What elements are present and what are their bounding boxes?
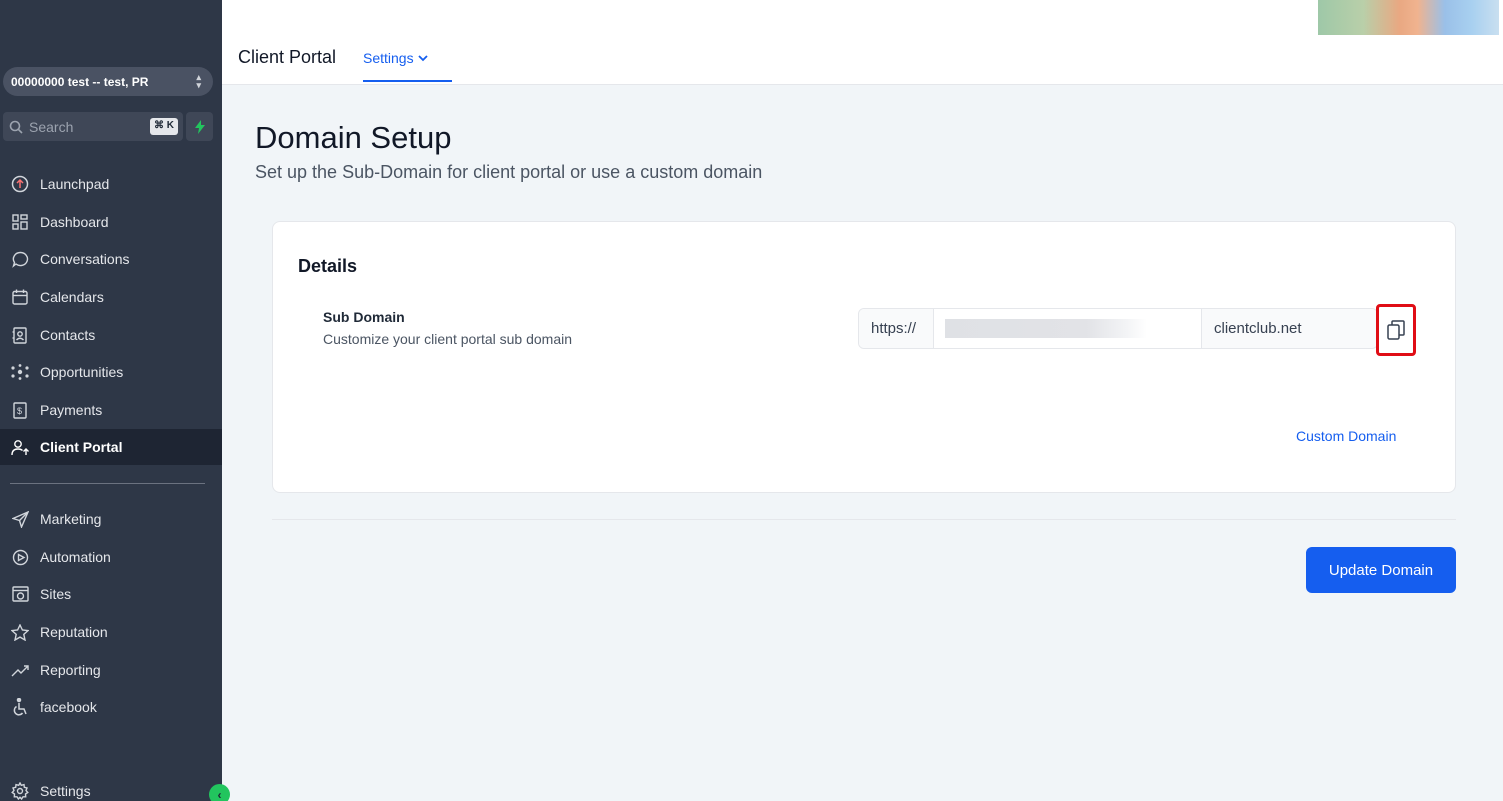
sub-domain-label: Sub Domain bbox=[323, 309, 405, 325]
sidebar-item-label: Automation bbox=[40, 549, 111, 565]
copy-url-button[interactable] bbox=[1376, 304, 1416, 356]
tab-settings[interactable]: Settings bbox=[363, 50, 428, 66]
subdomain-field-wrapper bbox=[934, 309, 1202, 348]
details-card: Details Sub Domain Customize your client… bbox=[272, 221, 1456, 493]
sidebar-item-label: facebook bbox=[40, 699, 97, 715]
chevron-left-icon: ‹ bbox=[217, 787, 222, 801]
sidebar-item-payments[interactable]: $ Payments bbox=[0, 392, 222, 428]
sidebar-item-label: Payments bbox=[40, 402, 103, 418]
search-icon bbox=[9, 120, 23, 134]
opportunities-icon bbox=[10, 362, 30, 382]
sidebar-collapse-button[interactable]: ‹ bbox=[209, 784, 230, 801]
content-divider bbox=[272, 519, 1456, 520]
sidebar-divider bbox=[10, 483, 205, 484]
sidebar-item-label: Dashboard bbox=[40, 214, 109, 230]
payments-icon: $ bbox=[10, 400, 30, 420]
custom-domain-link[interactable]: Custom Domain bbox=[1296, 428, 1396, 444]
account-name: 00000000 test -- test, PR bbox=[11, 74, 149, 89]
sidebar-item-reporting[interactable]: Reporting bbox=[0, 652, 222, 688]
sidebar-item-label: Opportunities bbox=[40, 364, 124, 380]
active-tab-indicator bbox=[363, 80, 452, 82]
calendar-icon bbox=[10, 287, 30, 307]
sub-domain-input-group: https:// clientclub.net bbox=[858, 308, 1378, 349]
sites-globe-icon bbox=[10, 584, 30, 604]
sidebar-item-reputation[interactable]: Reputation bbox=[0, 614, 222, 650]
sidebar-item-calendars[interactable]: Calendars bbox=[0, 279, 222, 315]
sidebar-item-automation[interactable]: Automation bbox=[0, 539, 222, 575]
automation-icon bbox=[10, 547, 30, 567]
page-subtitle: Set up the Sub-Domain for client portal … bbox=[255, 162, 763, 182]
sidebar-item-label: Launchpad bbox=[40, 176, 110, 192]
user-avatar-banner[interactable] bbox=[1318, 0, 1499, 35]
sidebar-item-launchpad[interactable]: Launchpad bbox=[0, 166, 222, 202]
page-section-title: Client Portal bbox=[238, 47, 337, 67]
sidebar-item-client-portal[interactable]: Client Portal bbox=[0, 429, 222, 465]
sidebar-item-label: Calendars bbox=[40, 289, 104, 305]
sidebar-item-label: Reporting bbox=[40, 662, 101, 678]
sidebar-item-label: Reputation bbox=[40, 624, 108, 640]
sidebar-item-contacts[interactable]: Contacts bbox=[0, 317, 222, 353]
search-box[interactable]: Search ⌘ K bbox=[3, 112, 183, 141]
star-icon bbox=[10, 622, 30, 642]
quick-actions-button[interactable] bbox=[186, 112, 213, 141]
sidebar-item-label: Contacts bbox=[40, 327, 96, 343]
sidebar-item-conversations[interactable]: Conversations bbox=[0, 241, 222, 277]
svg-text:$: $ bbox=[17, 406, 22, 416]
domain-suffix: clientclub.net bbox=[1202, 309, 1377, 348]
send-icon bbox=[10, 509, 30, 529]
sidebar-item-sites[interactable]: Sites bbox=[0, 576, 222, 612]
sidebar: 00000000 test -- test, PR ▴ ▾ Search ⌘ K … bbox=[0, 0, 230, 801]
redacted-value bbox=[945, 319, 1147, 338]
chevron-up-down-icon: ▴ ▾ bbox=[196, 72, 201, 90]
top-header: Client Portal Settings bbox=[222, 0, 1503, 85]
update-domain-button[interactable]: Update Domain bbox=[1306, 547, 1456, 593]
url-prefix: https:// bbox=[859, 309, 934, 348]
lightning-bolt-icon bbox=[194, 119, 205, 134]
sidebar-item-label: Sites bbox=[40, 586, 72, 602]
chat-bubble-icon bbox=[10, 249, 30, 269]
search-placeholder: Search bbox=[29, 118, 74, 135]
card-title: Details bbox=[298, 256, 358, 276]
launchpad-icon bbox=[10, 174, 30, 194]
sidebar-item-label: Client Portal bbox=[40, 439, 123, 455]
sidebar-item-label: Conversations bbox=[40, 251, 130, 267]
chevron-down-icon bbox=[417, 54, 428, 61]
copy-icon bbox=[1387, 320, 1405, 340]
search-shortcut-badge: ⌘ K bbox=[150, 118, 178, 135]
gear-icon bbox=[10, 781, 30, 801]
sidebar-item-dashboard[interactable]: Dashboard bbox=[0, 204, 222, 240]
account-switcher[interactable]: 00000000 test -- test, PR ▴ ▾ bbox=[3, 67, 213, 96]
page-title: Domain Setup bbox=[255, 120, 452, 155]
sidebar-item-settings[interactable]: Settings bbox=[0, 773, 222, 801]
sidebar-item-marketing[interactable]: Marketing bbox=[0, 501, 222, 537]
dashboard-grid-icon bbox=[10, 212, 30, 232]
trend-icon bbox=[10, 660, 30, 680]
client-portal-icon bbox=[10, 437, 30, 457]
sidebar-item-opportunities[interactable]: Opportunities bbox=[0, 354, 222, 390]
accessibility-icon bbox=[10, 697, 30, 717]
sidebar-item-label: Marketing bbox=[40, 511, 102, 527]
sidebar-item-facebook[interactable]: facebook bbox=[0, 689, 222, 725]
sub-domain-help-text: Customize your client portal sub domain bbox=[323, 331, 573, 347]
sidebar-item-label: Settings bbox=[40, 783, 91, 799]
tab-settings-label: Settings bbox=[363, 50, 414, 66]
contact-book-icon bbox=[10, 325, 30, 345]
